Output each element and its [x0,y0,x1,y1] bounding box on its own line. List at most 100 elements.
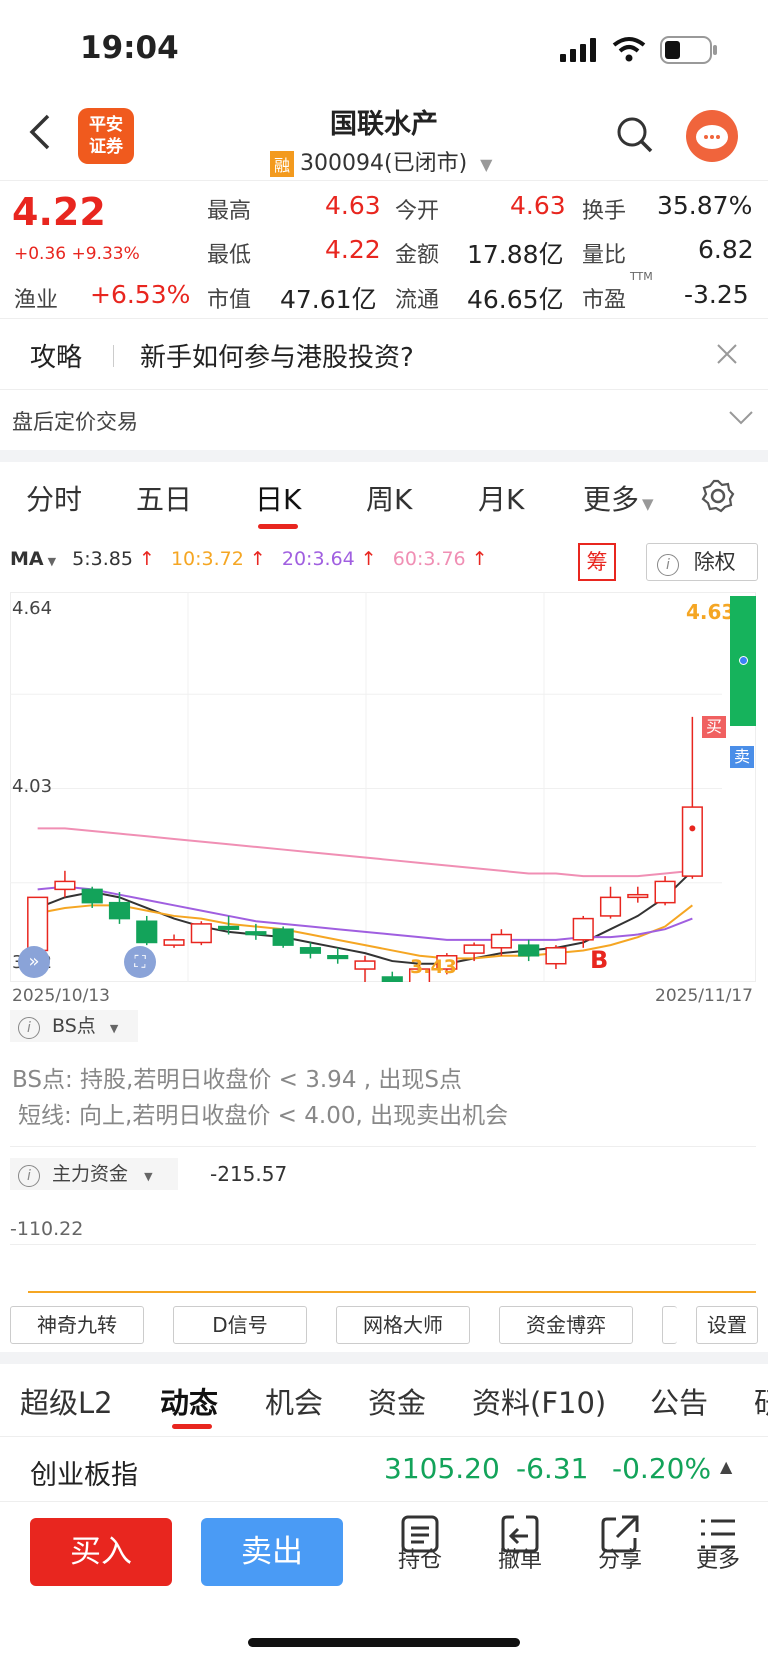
funds-scale-label: -110.22 [10,1218,84,1240]
tip-text: 新手如何参与港股投资? [140,343,414,373]
candle-body [327,955,349,960]
candle-body [245,931,267,936]
expand-left-button[interactable]: » [18,946,50,978]
candle-body [381,976,403,982]
stock-code: 300094(已闭市) [300,151,468,176]
signal-dot [689,825,696,832]
candle-body [545,947,567,965]
indicator-settings-button[interactable]: 设置 [696,1306,758,1344]
after-hours-row[interactable]: 盘后定价交易 [0,388,768,450]
tab-news[interactable]: 动态 [160,1380,218,1422]
home-indicator [248,1638,520,1647]
assistant-avatar[interactable] [686,110,738,162]
industry-change: +6.53% [90,280,191,309]
industry-label: 渔业 [14,288,59,313]
chip-distribution-button[interactable]: 筹 [578,543,616,581]
candle-body [218,925,240,930]
candle-body [299,947,322,954]
indicator-partial[interactable] [662,1306,677,1344]
active-tab-indicator [258,524,298,529]
volume-ratio-label: 量比 [582,243,627,268]
main-funds-selector[interactable]: i 主力资金 ▼ [10,1158,178,1190]
arrow-up-icon: ↑ [465,548,488,570]
candle-body [490,933,512,949]
float-value: 46.65亿 [467,285,564,314]
volume-ratio-value: 6.82 [698,235,754,264]
indicator-fund-game[interactable]: 资金博弈 [499,1306,633,1344]
candlestick-chart[interactable] [10,592,756,982]
ex-right-button[interactable]: i 除权 [646,543,758,581]
funds-grid-line [10,1244,756,1245]
indicator-grid-master[interactable]: 网格大师 [336,1306,470,1344]
index-ticker[interactable]: 创业板指 3105.20 -6.31 -0.20% ▲ [0,1436,768,1502]
settings-icon[interactable] [700,478,736,514]
ma60-value: 60:3.76 [392,548,466,570]
tab-announcements[interactable]: 公告 [650,1380,708,1422]
caret-down-icon: ▼ [144,1170,153,1183]
tab-daily-k[interactable]: 日K [255,478,301,518]
x-axis-end-label: 2025/11/17 [655,986,753,1006]
tab-opportunity[interactable]: 机会 [265,1380,323,1422]
low-value: 4.22 [325,235,381,264]
fullscreen-button[interactable]: ⛶ [124,946,156,978]
indicator-d-signal[interactable]: D信号 [173,1306,307,1344]
close-icon[interactable] [716,343,738,365]
pe-ttm-sup: TTM [630,270,653,283]
tab-five-day[interactable]: 五日 [136,478,192,518]
tab-weekly-k[interactable]: 周K [366,478,412,518]
market-cap-value: 47.61亿 [280,285,377,314]
turnover-label: 换手 [582,199,627,224]
candle-body [654,880,676,904]
open-value: 4.63 [510,191,566,220]
indicator-magic-nine[interactable]: 神奇九转 [10,1306,144,1344]
active-tab-indicator [172,1424,212,1429]
low-label: 最低 [207,243,252,268]
last-price: 4.22 [12,190,106,234]
candle-body [572,917,594,941]
price-change: +0.36 +9.33% [14,244,140,264]
index-percent: -0.20% [612,1452,712,1485]
period-tabs: 分时 五日 日K 周K 月K 更多 ▼ [0,460,768,530]
candle-body [272,928,294,946]
caret-down-icon: ▼ [642,495,654,513]
position-button[interactable]: 持仓 [385,1542,455,1574]
cellular-signal-icon [560,38,596,62]
tab-f10[interactable]: 资料(F10) [472,1380,606,1422]
candle-body [163,939,185,946]
candle-body [681,806,703,877]
chevron-down-icon [729,411,753,425]
tab-super-l2[interactable]: 超级L2 [20,1380,113,1422]
share-button[interactable]: 分享 [585,1542,655,1574]
candle-body [354,960,376,970]
tab-intraday[interactable]: 分时 [26,478,82,518]
info-icon: i [18,1017,40,1039]
chart-frame [10,592,756,982]
buy-marker[interactable]: 买 [702,716,726,738]
buy-button[interactable]: 买入 [30,1518,172,1586]
after-hours-label: 盘后定价交易 [12,410,138,434]
open-label: 今开 [395,199,440,224]
info-icon: i [18,1165,40,1187]
more-button[interactable]: 更多 [683,1542,753,1574]
bs-point-selector[interactable]: i BS点 ▼ [10,1010,138,1042]
tab-research[interactable]: 研 [754,1380,768,1422]
cancel-order-button[interactable]: 撤单 [485,1542,555,1574]
tab-funds[interactable]: 资金 [368,1380,426,1422]
ma-selector[interactable]: MA ▼ [10,548,56,570]
tab-monthly-k[interactable]: 月K [478,478,524,518]
tab-more[interactable]: 更多 ▼ [583,478,654,518]
green-volume-bar[interactable] [730,596,756,726]
sell-marker[interactable]: 卖 [730,746,754,768]
search-icon[interactable] [615,115,655,155]
arrow-up-icon: ↑ [354,548,377,570]
info-icon: i [657,554,679,576]
tip-banner[interactable]: 攻略 新手如何参与港股投资? [0,318,768,390]
scroll-handle-dot [739,656,748,665]
ma5-value: 5:3.85 [72,548,133,570]
stock-code-selector[interactable]: 融 300094(已闭市) ▼ [270,145,492,177]
status-time: 19:04 [80,30,179,66]
low-annotation: 3.43 [410,956,457,978]
tip-tag: 攻略 [30,343,83,373]
sell-button[interactable]: 卖出 [201,1518,343,1586]
candle-body [108,901,131,920]
